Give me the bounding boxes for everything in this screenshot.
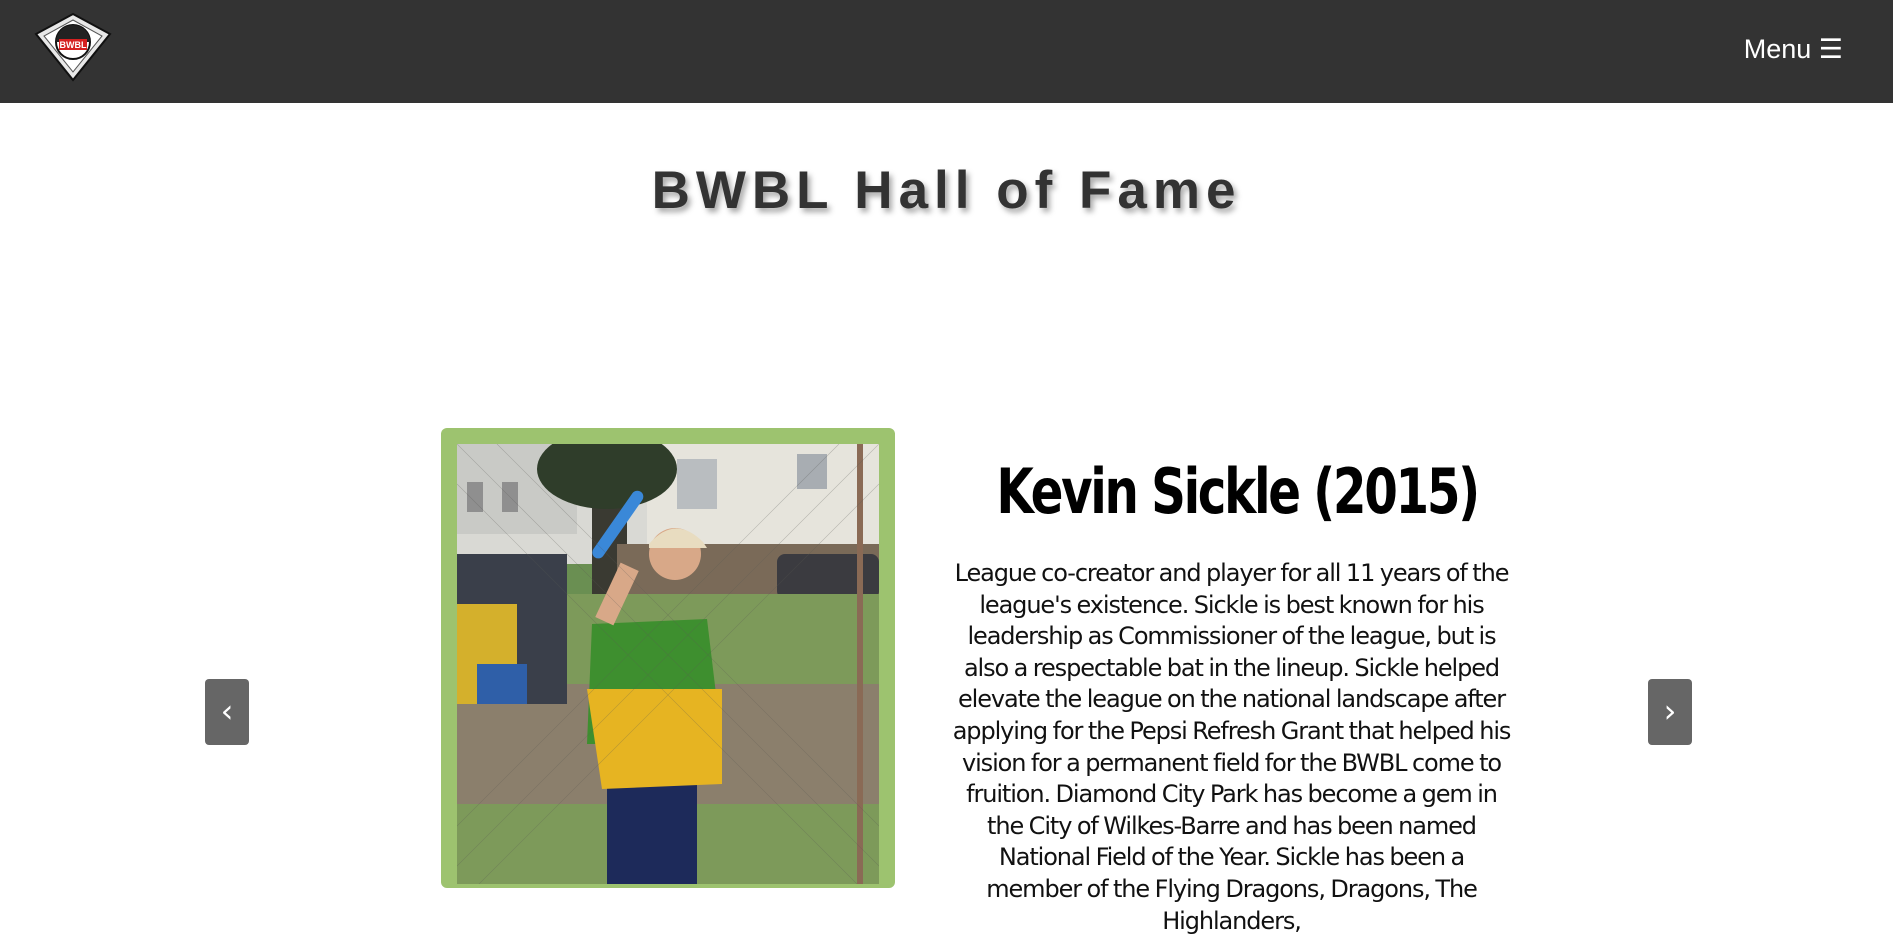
previous-slide-button[interactable]: ‹: [205, 679, 249, 745]
inductee-bio: League co-creator and player for all 11 …: [952, 559, 1512, 935]
menu-button[interactable]: Menu ☰: [1744, 34, 1843, 65]
inductee-photo: [457, 444, 879, 884]
inductee-photo-frame: [441, 428, 895, 888]
page-title: BWBL Hall of Fame: [651, 161, 1242, 220]
site-header: BWBL Menu ☰: [0, 0, 1893, 103]
bwbl-logo[interactable]: BWBL: [32, 12, 114, 82]
logo-text: BWBL: [60, 40, 87, 50]
hall-of-fame-slide: Kevin Sickle (2015) League co-creator an…: [0, 420, 1893, 935]
inductee-name: Kevin Sickle (2015): [996, 455, 1480, 528]
next-slide-button[interactable]: ›: [1648, 679, 1692, 745]
